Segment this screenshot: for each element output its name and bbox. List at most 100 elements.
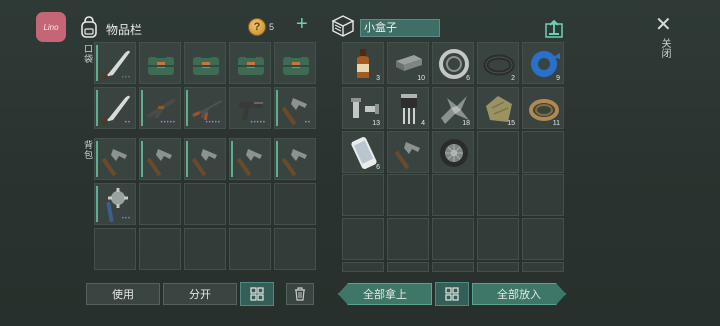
item-slot[interactable] [229, 138, 271, 180]
durability-bar [186, 90, 188, 126]
use-button[interactable]: 使用 [86, 283, 160, 305]
empty-slot[interactable] [477, 218, 519, 260]
item-slot[interactable] [184, 42, 226, 84]
empty-slot[interactable] [342, 262, 384, 272]
empty-slot[interactable] [342, 218, 384, 260]
empty-slot[interactable] [477, 131, 519, 173]
empty-slot[interactable] [274, 228, 316, 270]
empty-slot[interactable] [184, 183, 226, 225]
item-slot[interactable]: 6 [342, 131, 384, 173]
item-slot[interactable] [274, 138, 316, 180]
export-icon[interactable] [545, 20, 563, 38]
close-icon[interactable]: ✕ [655, 12, 672, 37]
empty-slot[interactable] [342, 174, 384, 216]
item-slot[interactable]: 6 [432, 42, 474, 84]
item-slot[interactable]: •• [274, 87, 316, 129]
item-slot[interactable] [229, 42, 271, 84]
empty-slot[interactable] [522, 174, 564, 216]
put-all-button[interactable]: 全部放入 [472, 283, 566, 305]
empty-slot[interactable] [387, 218, 429, 260]
item-slot[interactable]: ••••• [229, 87, 271, 129]
item-slot[interactable]: ••• [94, 42, 136, 84]
empty-slot[interactable] [94, 228, 136, 270]
add-coin-button[interactable]: + [296, 14, 308, 34]
sort-inventory-button[interactable] [240, 282, 274, 306]
item-slot[interactable]: ••• [94, 183, 136, 225]
inventory-title: 物品栏 [106, 23, 143, 37]
item-slot[interactable]: 4 [387, 87, 429, 129]
hammer-icon [146, 149, 172, 177]
item-quantity: 6 [466, 75, 470, 82]
green-bag-icon [238, 53, 264, 75]
trash-icon [295, 287, 305, 301]
hammer-icon [236, 149, 262, 177]
empty-slot[interactable] [229, 228, 271, 270]
empty-slot[interactable] [432, 218, 474, 260]
split-button[interactable]: 分开 [163, 283, 237, 305]
item-quantity: 18 [462, 120, 470, 127]
empty-slot[interactable] [522, 218, 564, 260]
box-icon [331, 15, 355, 37]
item-slot[interactable]: 10 [387, 42, 429, 84]
item-slot[interactable]: 2 [477, 42, 519, 84]
empty-slot[interactable] [477, 174, 519, 216]
item-slot[interactable]: ••••• [184, 87, 226, 129]
item-slot[interactable] [139, 138, 181, 180]
item-quantity: 3 [376, 75, 380, 82]
empty-slot[interactable] [432, 262, 474, 272]
empty-slot[interactable] [432, 174, 474, 216]
hammer-icon [281, 149, 307, 177]
item-quantity: 2 [511, 75, 515, 82]
item-slot[interactable]: •• [94, 87, 136, 129]
empty-slot[interactable] [387, 174, 429, 216]
item-quantity: 10 [417, 75, 425, 82]
item-slot[interactable] [432, 131, 474, 173]
durability-bar [96, 186, 98, 222]
empty-slot[interactable] [139, 183, 181, 225]
item-slot[interactable]: 11 [522, 87, 564, 129]
trash-button[interactable] [286, 283, 314, 305]
rarity-stars: ••••• [205, 120, 221, 126]
item-slot[interactable]: 3 [342, 42, 384, 84]
wheel-icon [440, 139, 468, 167]
durability-bar [141, 90, 143, 126]
item-slot[interactable]: ••••• [139, 87, 181, 129]
green-bag-icon [193, 53, 219, 75]
durability-bar [141, 141, 143, 177]
rarity-stars: ••• [121, 75, 131, 81]
durability-bar [231, 141, 233, 177]
durability-bar [96, 45, 98, 81]
rarity-stars: ••••• [160, 120, 176, 126]
item-slot[interactable] [387, 131, 429, 173]
empty-slot[interactable] [139, 228, 181, 270]
item-slot[interactable]: 15 [477, 87, 519, 129]
item-slot[interactable] [184, 138, 226, 180]
empty-slot[interactable] [184, 228, 226, 270]
item-slot[interactable] [274, 42, 316, 84]
take-all-button[interactable]: 全部拿上 [338, 283, 432, 305]
item-slot[interactable]: 18 [432, 87, 474, 129]
empty-slot[interactable] [477, 262, 519, 272]
item-slot[interactable] [94, 138, 136, 180]
rarity-stars: ••• [121, 216, 131, 222]
empty-slot[interactable] [274, 183, 316, 225]
green-bag-icon [148, 53, 174, 75]
empty-slot[interactable] [522, 262, 564, 272]
item-slot[interactable]: 13 [342, 87, 384, 129]
green-bag-icon [283, 53, 309, 75]
grid-icon [250, 287, 264, 301]
durability-bar [96, 90, 98, 126]
sort-container-button[interactable] [435, 282, 469, 306]
backpack-icon [81, 16, 97, 38]
hammer-icon [191, 149, 217, 177]
rarity-stars: •• [304, 120, 311, 126]
item-slot[interactable]: 9 [522, 42, 564, 84]
empty-slot[interactable] [387, 262, 429, 272]
coin-count: 5 [269, 22, 275, 32]
app-logo[interactable]: Lino [36, 12, 66, 42]
close-label[interactable]: 关闭 [658, 38, 670, 58]
empty-slot[interactable] [229, 183, 271, 225]
item-slot[interactable] [139, 42, 181, 84]
empty-slot[interactable] [522, 131, 564, 173]
rarity-stars: ••••• [250, 120, 266, 126]
